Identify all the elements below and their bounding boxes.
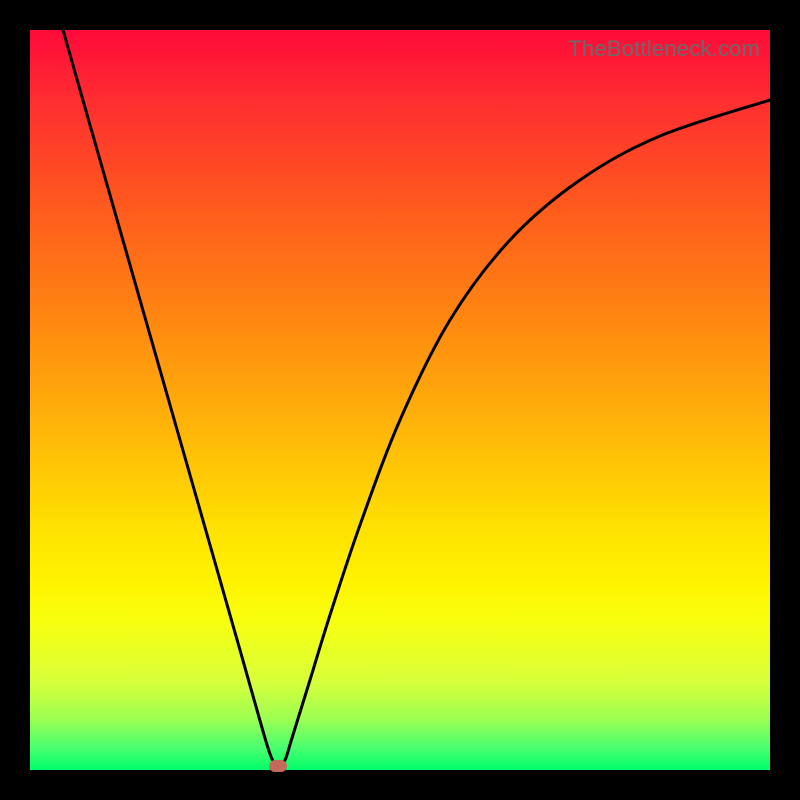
curve-svg: [30, 30, 770, 770]
minimum-point-marker: [269, 760, 287, 772]
chart-container: TheBottleneck.com: [0, 0, 800, 800]
plot-area: TheBottleneck.com: [30, 30, 770, 770]
bottleneck-curve: [63, 30, 770, 766]
